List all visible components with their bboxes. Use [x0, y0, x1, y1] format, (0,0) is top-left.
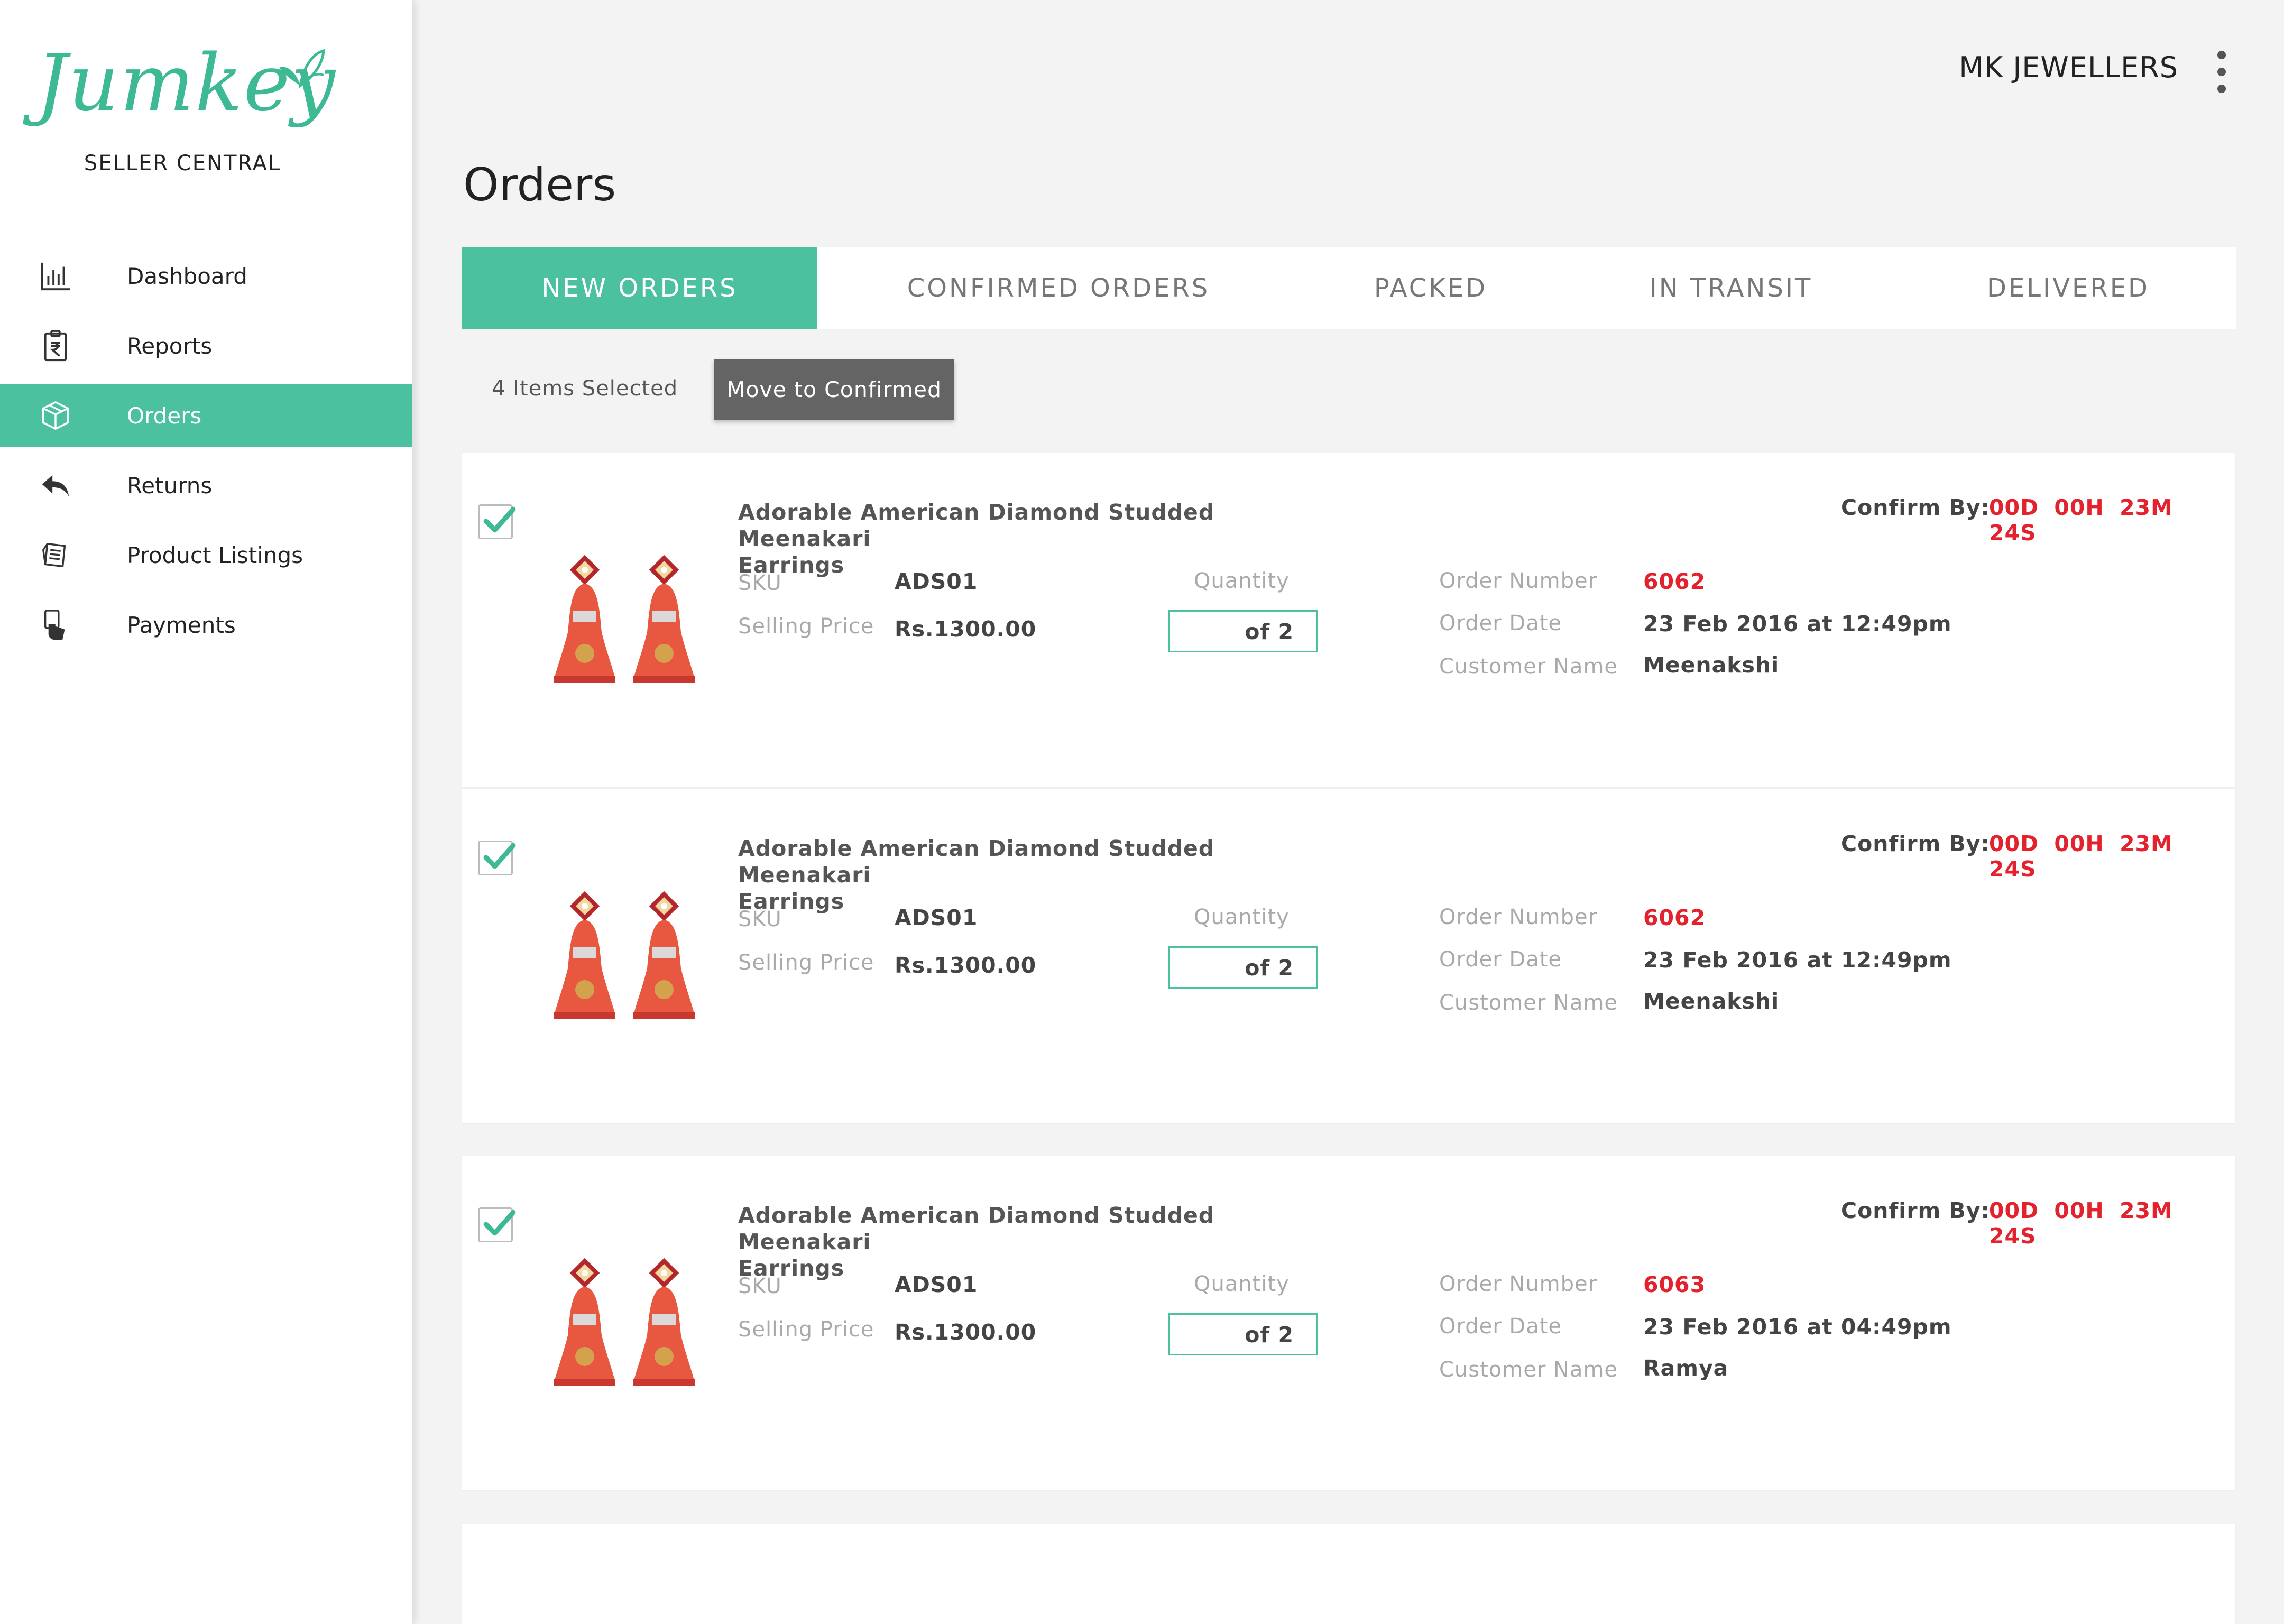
- quantity-field[interactable]: of 2: [1168, 610, 1318, 652]
- order-date-label: Order Date: [1439, 947, 1562, 972]
- tab-packed[interactable]: PACKED: [1300, 247, 1562, 329]
- sidebar: Jumkey SELLER CENTRAL Dashboard Reports …: [0, 0, 412, 1624]
- quantity-label: Quantity: [1194, 1272, 1290, 1296]
- order-card-partial: [462, 1524, 2235, 1624]
- quantity-field[interactable]: of 2: [1168, 1313, 1318, 1355]
- sidebar-item-product-listings[interactable]: Product Listings: [0, 523, 412, 587]
- sidebar-item-dashboard[interactable]: Dashboard: [0, 244, 412, 308]
- order-number-value[interactable]: 6062: [1643, 569, 1706, 594]
- sidebar-item-label: Product Listings: [127, 542, 303, 568]
- quantity-label: Quantity: [1194, 569, 1290, 593]
- order-date-label: Order Date: [1439, 1314, 1562, 1339]
- package-box-icon: [38, 398, 73, 433]
- quantity-value: of 2: [1245, 619, 1294, 644]
- sku-label: SKU: [738, 1274, 782, 1298]
- earrings-thumbnail: [554, 1258, 695, 1386]
- order-checkbox[interactable]: [478, 841, 516, 875]
- product-title[interactable]: Adorable American Diamond Studded Meenak…: [738, 1202, 1346, 1281]
- selling-price-value: Rs.1300.00: [895, 953, 1037, 978]
- quantity-value: of 2: [1245, 1322, 1294, 1348]
- sidebar-item-label: Payments: [127, 612, 236, 638]
- checkmark-icon: [483, 1210, 516, 1236]
- sidebar-item-label: Returns: [127, 472, 213, 499]
- sku-value: ADS01: [895, 905, 978, 930]
- sidebar-item-reports[interactable]: Reports: [0, 314, 412, 377]
- customer-name-label: Customer Name: [1439, 654, 1618, 679]
- logo[interactable]: Jumkey SELLER CENTRAL: [0, 42, 365, 176]
- selling-price-value: Rs.1300.00: [895, 1320, 1037, 1345]
- selling-price-label: Selling Price: [738, 614, 874, 639]
- confirm-by-countdown: 00D 00H 23M 24S: [1989, 495, 2173, 546]
- tab-delivered[interactable]: DELIVERED: [1900, 247, 2236, 329]
- selected-count: 4 Items Selected: [492, 376, 678, 401]
- order-date-label: Order Date: [1439, 611, 1562, 635]
- order-card: Adorable American Diamond Studded Meenak…: [462, 789, 2235, 1123]
- sku-label: SKU: [738, 571, 782, 595]
- order-checkbox[interactable]: [478, 504, 516, 539]
- earrings-thumbnail: [554, 555, 695, 683]
- product-title[interactable]: Adorable American Diamond Studded Meenak…: [738, 835, 1346, 915]
- sidebar-item-label: Reports: [127, 333, 213, 359]
- reply-arrow-icon: [38, 468, 73, 503]
- sidebar-item-orders[interactable]: Orders: [0, 384, 412, 447]
- order-date-value: 23 Feb 2016 at 12:49pm: [1643, 947, 1952, 973]
- order-date-value: 23 Feb 2016 at 04:49pm: [1643, 1314, 1952, 1340]
- confirm-by-countdown: 00D 00H 23M 24S: [1989, 831, 2173, 882]
- selling-price-label: Selling Price: [738, 951, 874, 975]
- order-number-label: Order Number: [1439, 1272, 1598, 1296]
- confirm-by-label: Confirm By:: [1841, 495, 1990, 520]
- more-vertical-icon[interactable]: [2211, 51, 2232, 93]
- sidebar-item-payments[interactable]: Payments: [0, 593, 412, 657]
- page-title: Orders: [463, 159, 616, 211]
- order-date-value: 23 Feb 2016 at 12:49pm: [1643, 611, 1952, 636]
- order-number-label: Order Number: [1439, 569, 1598, 593]
- customer-name-value: Meenakshi: [1643, 652, 1780, 678]
- product-title[interactable]: Adorable American Diamond Studded Meenak…: [738, 499, 1346, 578]
- hand-card-icon: [38, 607, 73, 642]
- tab-new-orders[interactable]: NEW ORDERS: [462, 247, 817, 329]
- order-card: Adorable American Diamond Studded Meenak…: [462, 453, 2235, 787]
- checkmark-icon: [483, 843, 516, 869]
- bar-chart-icon: [38, 259, 73, 293]
- customer-name-value: Meenakshi: [1643, 989, 1780, 1014]
- selling-price-value: Rs.1300.00: [895, 616, 1037, 642]
- listing-tag-icon: [38, 538, 73, 573]
- store-name[interactable]: MK JEWELLERS: [1959, 51, 2178, 84]
- customer-name-value: Ramya: [1643, 1355, 1729, 1381]
- customer-name-label: Customer Name: [1439, 991, 1618, 1015]
- order-number-value[interactable]: 6062: [1643, 905, 1706, 930]
- confirm-by-label: Confirm By:: [1841, 831, 1990, 856]
- sku-value: ADS01: [895, 569, 978, 594]
- order-checkbox[interactable]: [478, 1207, 516, 1242]
- checkmark-icon: [483, 506, 516, 533]
- order-status-tabs: NEW ORDERS CONFIRMED ORDERS PACKED IN TR…: [462, 247, 2236, 329]
- tab-confirmed-orders[interactable]: CONFIRMED ORDERS: [817, 247, 1300, 329]
- quantity-label: Quantity: [1194, 905, 1290, 929]
- customer-name-label: Customer Name: [1439, 1358, 1618, 1382]
- butterfly-icon: [279, 49, 325, 89]
- sidebar-item-label: Orders: [127, 402, 202, 429]
- logo-subtitle: SELLER CENTRAL: [84, 151, 281, 176]
- earrings-thumbnail: [554, 891, 695, 1019]
- sidebar-nav: Dashboard Reports Orders Returns Product…: [0, 244, 412, 663]
- quantity-value: of 2: [1245, 955, 1294, 981]
- order-number-label: Order Number: [1439, 905, 1598, 929]
- sidebar-item-label: Dashboard: [127, 263, 247, 289]
- sku-value: ADS01: [895, 1272, 978, 1297]
- move-to-confirmed-button[interactable]: Move to Confirmed: [714, 359, 954, 420]
- order-number-value[interactable]: 6063: [1643, 1272, 1706, 1297]
- sku-label: SKU: [738, 907, 782, 931]
- sidebar-item-returns[interactable]: Returns: [0, 454, 412, 517]
- tab-in-transit[interactable]: IN TRANSIT: [1562, 247, 1900, 329]
- confirm-by-countdown: 00D 00H 23M 24S: [1989, 1198, 2173, 1249]
- rupee-clipboard-icon: [38, 328, 73, 363]
- order-card: Adorable American Diamond Studded Meenak…: [462, 1156, 2235, 1490]
- confirm-by-label: Confirm By:: [1841, 1198, 1990, 1223]
- selling-price-label: Selling Price: [738, 1317, 874, 1342]
- quantity-field[interactable]: of 2: [1168, 946, 1318, 989]
